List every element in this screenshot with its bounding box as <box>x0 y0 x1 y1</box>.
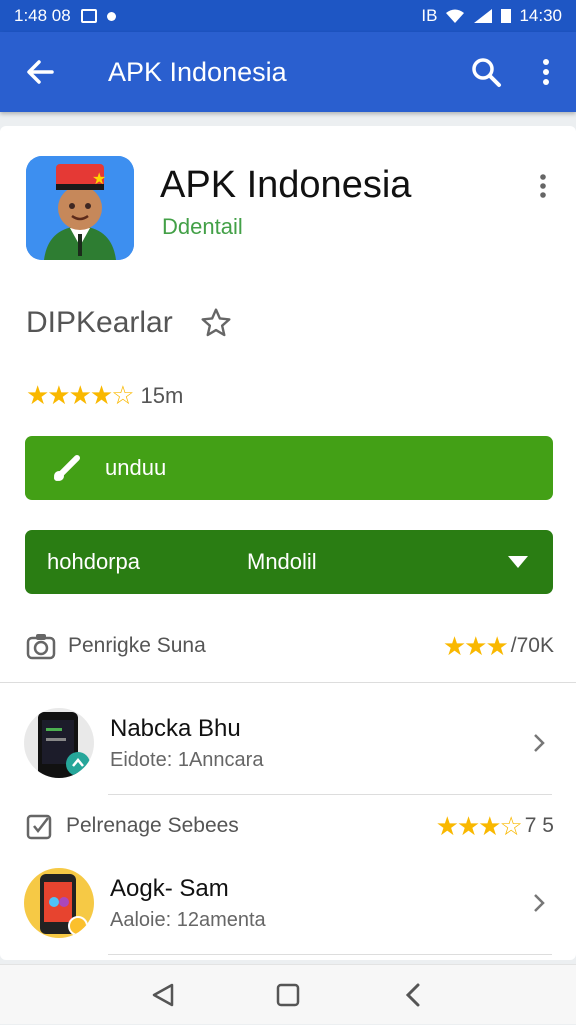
star-outline-icon[interactable] <box>199 307 233 339</box>
battery-icon <box>501 9 512 23</box>
divider <box>108 954 552 955</box>
subtitle-row: DIPKearlar <box>26 306 233 340</box>
developer-link[interactable]: Ddentail <box>162 214 243 240</box>
app-thumbnail <box>24 708 94 778</box>
back-button[interactable] <box>0 32 80 112</box>
nav-home-icon <box>276 983 300 1006</box>
signal-icon <box>474 9 493 23</box>
nav-recents-button[interactable] <box>383 965 443 1025</box>
install-options-center-label: Mndolil <box>247 549 317 574</box>
install-options-left-label: hohdorpa <box>47 549 140 574</box>
chevron-left-icon <box>406 983 420 1006</box>
system-nav-bar <box>0 964 576 1024</box>
dropdown-arrow-icon[interactable] <box>483 554 553 570</box>
notification-dot-icon <box>106 11 116 21</box>
rating-row: ★★★★☆ 15m <box>26 380 183 411</box>
app-mascot-icon: ★ <box>26 156 134 260</box>
status-clock: 14:30 <box>519 6 562 25</box>
info-row-rating: ★★★☆ 7 5 <box>436 811 554 842</box>
svg-text:★: ★ <box>92 169 106 188</box>
info-row-count: 7 5 <box>524 814 554 837</box>
info-row-label: Pelrenage Sebees <box>66 814 239 837</box>
app-name: APK Indonesia <box>160 164 412 206</box>
list-item-subtitle: Aaloie: 12amenta <box>110 908 266 931</box>
divider <box>0 682 576 683</box>
rating-count: 15m <box>140 382 184 408</box>
info-row-count: /70K <box>510 634 554 657</box>
status-bar: 1:48 08 IB 14:30 <box>0 0 576 32</box>
more-vert-icon <box>543 59 549 85</box>
rating-stars: ★★★★☆ <box>26 380 135 410</box>
list-item[interactable]: Aogk- Sam Aaloie: 12amenta <box>24 866 554 940</box>
info-row-label: Penrigke Suna <box>68 634 206 657</box>
install-options-button[interactable]: hohdorpa Mndolil <box>25 530 553 594</box>
info-row-stars: ★★★☆ <box>435 810 523 841</box>
more-vert-icon <box>540 174 546 198</box>
app-detail-card: ★ APK Indonesia Ddentail DIPKearlar ★★★★… <box>0 126 576 960</box>
info-row-camera[interactable]: Penrigke Suna ★★★ /70K <box>26 626 554 666</box>
download-button[interactable]: unduu <box>25 436 553 500</box>
download-button-label: unduu <box>105 455 167 480</box>
list-item-text: Aogk- Sam Aaloie: 12amenta <box>110 875 524 932</box>
list-item-text: Nabcka Bhu Eidote: 1Anncara <box>110 715 524 772</box>
overflow-menu-button[interactable] <box>516 32 576 112</box>
app-category: DIPKearlar <box>26 306 173 339</box>
divider <box>108 794 552 795</box>
app-thumbnail <box>24 868 94 938</box>
list-item-subtitle: Eidote: 1Anncara <box>110 748 264 771</box>
info-row-checklist[interactable]: Pelrenage Sebees ★★★☆ 7 5 <box>26 806 554 846</box>
list-item-title: Aogk- Sam <box>110 874 229 902</box>
search-icon <box>472 58 501 87</box>
checkbox-icon <box>26 814 52 840</box>
app-icon[interactable]: ★ <box>26 156 134 260</box>
camera-icon <box>26 634 56 660</box>
app-bar-title: APK Indonesia <box>108 56 287 87</box>
arrow-back-icon <box>27 60 54 84</box>
nav-home-button[interactable] <box>258 965 318 1025</box>
lte-indicator: IB <box>421 6 438 25</box>
app-bar: APK Indonesia <box>0 32 576 112</box>
link-icon <box>54 455 80 481</box>
list-item[interactable]: Nabcka Bhu Eidote: 1Anncara <box>24 706 554 780</box>
search-button[interactable] <box>456 32 516 112</box>
status-time: 1:48 08 <box>14 6 71 25</box>
nav-back-button[interactable] <box>133 965 193 1025</box>
info-row-stars: ★★★ <box>442 630 509 661</box>
chevron-right-icon <box>524 892 554 914</box>
info-row-rating: ★★★ /70K <box>443 631 554 662</box>
card-overflow-button[interactable] <box>530 166 556 206</box>
nav-back-icon <box>152 983 173 1006</box>
wifi-icon <box>446 9 465 23</box>
list-item-title: Nabcka Bhu <box>110 714 241 742</box>
gallery-notification-icon <box>80 9 97 23</box>
chevron-right-icon <box>524 732 554 754</box>
